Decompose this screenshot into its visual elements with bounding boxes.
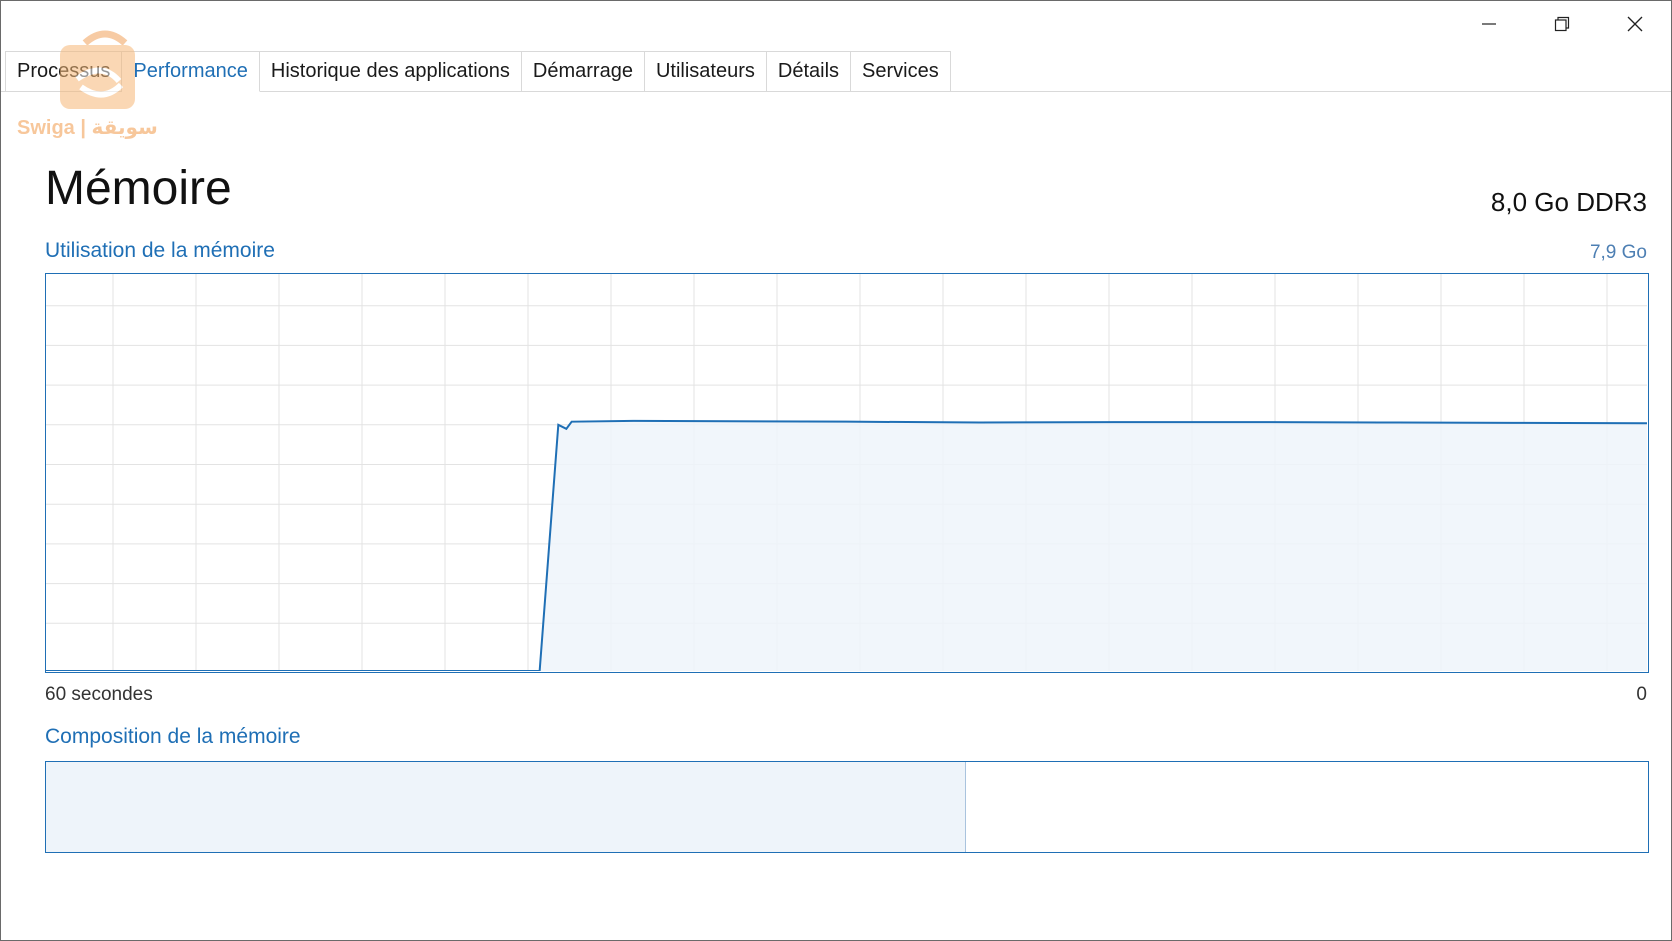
shopping-bag-icon [60,30,135,109]
memory-usage-max: 7,9 Go [1589,242,1647,263]
memory-composition-bar[interactable] [45,761,1649,853]
tab-d-marrage[interactable]: Démarrage [521,51,645,91]
memory-composition-label: Composition de la mémoire [45,725,301,748]
tab-utilisateurs[interactable]: Utilisateurs [644,51,767,91]
minimize-button[interactable] [1452,1,1525,47]
memory-usage-chart [46,274,1647,671]
axis-left-label: 60 secondes [45,684,153,705]
axis-right-label: 0 [1636,684,1647,705]
memory-spec: 8,0 Go DDR3 [1490,187,1647,217]
memory-composition-segment[interactable] [965,762,1648,852]
window-controls [1452,1,1671,47]
minimize-icon [1481,16,1497,32]
tab-d-tails[interactable]: Détails [766,51,852,91]
memory-composition-segment[interactable] [46,762,966,852]
tab-services[interactable]: Services [851,51,951,91]
watermark-text: Swiga | سويقة [17,117,158,139]
close-icon [1627,16,1643,32]
swiga-watermark-logo: Swiga | سويقة [15,27,175,145]
memory-usage-graph [45,273,1649,673]
memory-usage-area [46,420,1647,671]
close-button[interactable] [1598,1,1671,47]
restore-button[interactable] [1525,1,1598,47]
tab-historique-des-applications[interactable]: Historique des applications [259,51,522,91]
memory-usage-label: Utilisation de la mémoire [45,239,275,262]
restore-icon [1554,16,1570,32]
page-title: Mémoire [45,162,232,215]
tab-bar: ProcessusPerformanceHistorique des appli… [1,51,1671,92]
